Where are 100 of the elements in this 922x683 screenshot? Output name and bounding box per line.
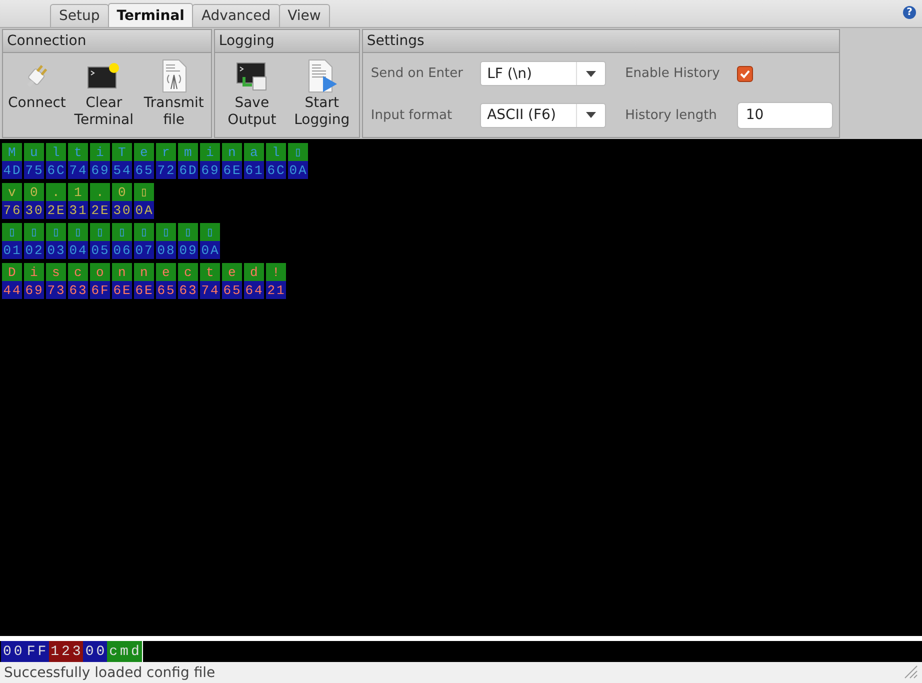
terminal-char: e [156, 263, 178, 281]
dropdown[interactable]: LF (\n) [480, 61, 606, 86]
terminal-char: ▯ [112, 223, 134, 241]
terminal-char: t [200, 263, 222, 281]
resize-grip-icon[interactable] [902, 662, 918, 678]
terminal-hex: 63 [178, 281, 200, 299]
terminal-hex: 6C [266, 161, 288, 179]
terminal-char: n [222, 143, 244, 161]
terminal-char: i [200, 143, 222, 161]
tab[interactable]: Terminal [108, 3, 194, 27]
terminal-hex: 03 [46, 241, 68, 259]
terminal-char: ▯ [24, 223, 46, 241]
terminal-hex: 69 [24, 281, 46, 299]
terminal-char: . [46, 183, 68, 201]
terminal-char: t [68, 143, 90, 161]
terminal-hex: 2E [46, 201, 68, 219]
terminal-hex: 0A [288, 161, 310, 179]
terminal-char: s [46, 263, 68, 281]
input-field[interactable]: 10 [736, 102, 833, 129]
terminal-save-icon [236, 61, 268, 91]
terminal-char: c [178, 263, 200, 281]
terminal-hex: 30 [112, 201, 134, 219]
tab[interactable]: View [278, 4, 330, 27]
terminal-hex: 04 [68, 241, 90, 259]
terminal-char: d [244, 263, 266, 281]
group-title: Settings [362, 30, 839, 53]
terminal-hex: 54 [112, 161, 134, 179]
field-label: History length [625, 108, 718, 123]
terminal-hex: 61 [244, 161, 266, 179]
terminal-char: m [178, 143, 200, 161]
terminal-char: e [134, 143, 156, 161]
terminal-char: D [2, 263, 24, 281]
terminal-hex: 64 [244, 281, 266, 299]
terminal-hex: 75 [24, 161, 46, 179]
terminal-char: o [90, 263, 112, 281]
terminal-char: T [112, 143, 134, 161]
terminal-hex: 69 [90, 161, 112, 179]
terminal-char: 0 [112, 183, 134, 201]
terminal-hex: 05 [90, 241, 112, 259]
document-play-icon [306, 59, 338, 93]
terminal-char: 0 [24, 183, 46, 201]
terminal-hex: 65 [222, 281, 244, 299]
terminal-hex: 69 [200, 161, 222, 179]
terminal-char: ▯ [90, 223, 112, 241]
terminal-hex: 02 [24, 241, 46, 259]
ribbon-button[interactable]: Start Logging [286, 59, 357, 137]
terminal-hex: 6E [112, 281, 134, 299]
terminal-char: ! [266, 263, 288, 281]
dropdown[interactable]: ASCII (F6) [480, 102, 606, 128]
terminal-char: M [2, 143, 24, 161]
terminal-char: 1 [68, 183, 90, 201]
status-text: Successfully loaded config file [4, 664, 216, 680]
terminal-hex: 0A [134, 201, 156, 219]
help-button[interactable]: ? [903, 6, 916, 19]
ribbon-button[interactable]: Clear Terminal [68, 59, 139, 137]
terminal-hex: 09 [178, 241, 200, 259]
terminal-hex: 63 [68, 281, 90, 299]
terminal-hex: 72 [156, 161, 178, 179]
terminal-char: ▯ [156, 223, 178, 241]
ribbon-button[interactable]: Transmit file [138, 59, 209, 137]
terminal-hex: 65 [134, 161, 156, 179]
group-title: Connection [3, 30, 211, 53]
terminal-char: i [90, 143, 112, 161]
terminal-char: v [2, 183, 24, 201]
terminal-hex: 01 [2, 241, 24, 259]
checkbox[interactable] [736, 66, 753, 82]
terminal-hex: 2E [90, 201, 112, 219]
tab[interactable]: Advanced [192, 4, 280, 27]
terminal-hex: 74 [200, 281, 222, 299]
terminal-hex: 08 [156, 241, 178, 259]
terminal-char: c [68, 263, 90, 281]
command-input-field[interactable]: 00 FF 123 00 cmd [1, 641, 143, 662]
terminal-char: l [266, 143, 288, 161]
terminal-hex: 31 [68, 201, 90, 219]
terminal-char: l [46, 143, 68, 161]
terminal-char: ▯ [288, 143, 310, 161]
terminal-char: ▯ [2, 223, 24, 241]
terminal-char: ▯ [46, 223, 68, 241]
terminal-char: . [90, 183, 112, 201]
tab[interactable]: Setup [50, 4, 109, 27]
terminal-hex: 06 [112, 241, 134, 259]
terminal-hex: 6C [46, 161, 68, 179]
document-antenna-icon [160, 59, 188, 93]
terminal-char: ▯ [200, 223, 222, 241]
terminal-hex: 6F [90, 281, 112, 299]
terminal-hex: 65 [156, 281, 178, 299]
terminal-hex: 76 [2, 201, 24, 219]
terminal-hex: 6E [134, 281, 156, 299]
terminal-char: n [134, 263, 156, 281]
caret-icon [586, 112, 596, 118]
checkbox-label: Enable History [625, 66, 721, 82]
terminal-hex: 21 [266, 281, 288, 299]
terminal-char: ▯ [68, 223, 90, 241]
terminal-char: n [112, 263, 134, 281]
ribbon-button[interactable]: Save Output [216, 59, 287, 137]
ribbon-button[interactable]: Connect [5, 59, 69, 137]
terminal-hex: 4D [2, 161, 24, 179]
terminal-hex: 6E [222, 161, 244, 179]
terminal-char: ▯ [134, 223, 156, 241]
terminal-char: a [244, 143, 266, 161]
